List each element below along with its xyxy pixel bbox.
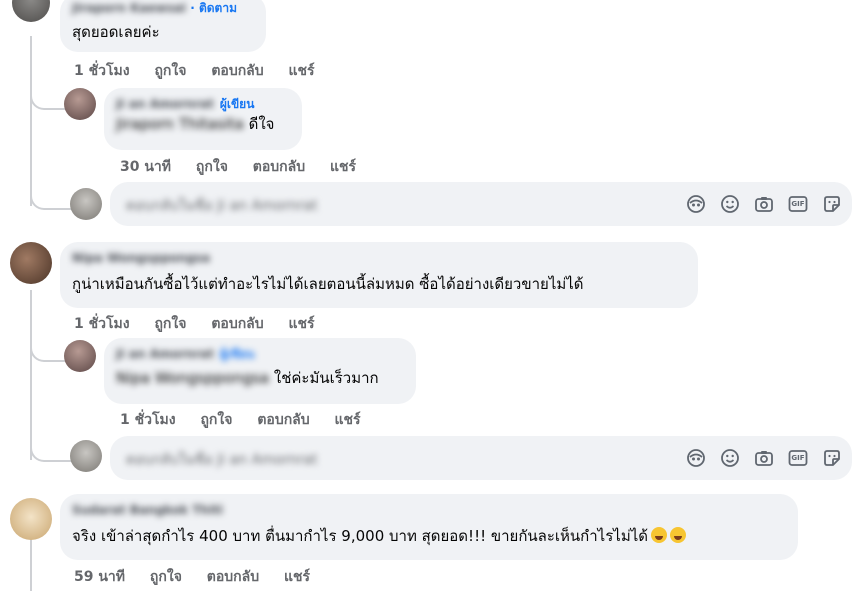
comment-author[interactable]: Sudarat Bangkok Thiti [72, 502, 786, 518]
thread-line [30, 538, 32, 591]
share-button[interactable]: แชร์ [289, 63, 315, 79]
comment-author[interactable]: Ji an Amornrat ผู้เขียน [116, 96, 290, 112]
gif-icon-label: GIF [791, 200, 805, 208]
comment-author-name[interactable]: Nipa Wongsppongsa [72, 251, 210, 265]
reply-button[interactable]: ตอบกลับ [207, 569, 259, 585]
reply-message: ดีใจ [248, 115, 275, 133]
reply-text: Jiraporn Thitasita ดีใจ [116, 114, 290, 134]
avatar[interactable] [12, 0, 50, 22]
reply-message: ใช่ค่ะมันเร็วมาก [273, 369, 379, 387]
mention-link[interactable]: Jiraporn Thitasita [116, 114, 244, 134]
comment-actions: 1 ชั่วโมง ถูกใจ ตอบกลับ แชร์ [120, 409, 381, 431]
reply-bubble: Ji an Amornrat ผู้เขียน Nipa Wongsppongsa… [104, 338, 416, 404]
like-button[interactable]: ถูกใจ [154, 63, 186, 79]
comment-author-name[interactable]: Sudarat Bangkok Thiti [72, 503, 223, 517]
comment-bubble: Nipa Wongsppongsa กูน่าเหมือนกันซื้อไว้แ… [60, 242, 698, 308]
composer-tools: GIF [686, 448, 842, 468]
follow-link[interactable]: · ติดตาม [190, 1, 237, 15]
sticker-icon[interactable] [822, 448, 842, 468]
like-button[interactable]: ถูกใจ [196, 159, 228, 175]
reply-input[interactable]: ตอบกลับในชื่อ Ji an Amornrat [126, 449, 317, 471]
thread-branch [30, 140, 72, 210]
comment-message: จริง เข้าล่าสุดกำไร 400 บาท ตื่นมากำไร 9… [72, 527, 648, 545]
avatar[interactable] [10, 498, 52, 540]
avatar[interactable] [10, 242, 52, 284]
avatar[interactable] [64, 340, 96, 372]
reply-input-box[interactable]: ตอบกลับในชื่อ Ji an Amornrat GIF [110, 436, 852, 480]
composer-tools: GIF [686, 194, 842, 214]
rofl-emoji-icon [651, 527, 667, 543]
avatar[interactable] [64, 88, 96, 120]
avatar [70, 188, 102, 220]
comment-bubble: Sudarat Bangkok Thiti จริง เข้าล่าสุดกำไ… [60, 494, 798, 560]
comment-author[interactable]: Nipa Wongsppongsa [72, 250, 686, 266]
comment-time[interactable]: 1 ชั่วโมง [74, 316, 130, 332]
like-button[interactable]: ถูกใจ [154, 316, 186, 332]
comment-time[interactable]: 30 นาที [120, 159, 171, 175]
mention-link[interactable]: Nipa Wongsppongsa [116, 368, 269, 388]
share-button[interactable]: แชร์ [335, 412, 361, 428]
share-button[interactable]: แชร์ [330, 159, 356, 175]
share-button[interactable]: แชร์ [284, 569, 310, 585]
author-role-badge: ผู้เขียน [219, 97, 255, 111]
reply-button[interactable]: ตอบกลับ [211, 316, 263, 332]
comment-author[interactable]: Jiraporn Kaewsai · ติดตาม [72, 0, 254, 16]
comment-bubble: Jiraporn Kaewsai · ติดตาม สุดยอดเลยค่ะ [60, 0, 266, 52]
comment-author-name[interactable]: Ji an Amornrat [116, 347, 214, 361]
reply-input-box[interactable]: ตอบกลับในชื่อ Ji an Amornrat GIF [110, 182, 852, 226]
comment-author-name[interactable]: Jiraporn Kaewsai [72, 1, 186, 15]
sticker-icon[interactable] [822, 194, 842, 214]
rofl-emoji-icon [670, 527, 686, 543]
reply-button[interactable]: ตอบกลับ [253, 159, 305, 175]
comment-text: กูน่าเหมือนกันซื้อไว้แต่ทำอะไรไม่ได้เลยต… [72, 275, 584, 293]
reply-bubble: Ji an Amornrat ผู้เขียน Jiraporn Thitasit… [104, 88, 302, 150]
comment-text: สุดยอดเลยค่ะ [72, 23, 160, 41]
thread-branch [30, 395, 72, 462]
avatar [70, 440, 102, 472]
comment-actions: 1 ชั่วโมง ถูกใจ ตอบกลับ แชร์ [74, 60, 335, 82]
reply-button[interactable]: ตอบกลับ [211, 63, 263, 79]
camera-icon[interactable] [754, 194, 774, 214]
share-button[interactable]: แชร์ [289, 316, 315, 332]
avatar-sticker-icon[interactable] [686, 194, 706, 214]
gif-icon[interactable]: GIF [788, 194, 808, 214]
author-role-badge: ผู้เขียน [219, 347, 255, 361]
reply-text: Nipa Wongsppongsa ใช่ค่ะมันเร็วมาก [116, 368, 404, 388]
comment-author[interactable]: Ji an Amornrat ผู้เขียน [116, 346, 404, 362]
comment-text: จริง เข้าล่าสุดกำไร 400 บาท ตื่นมากำไร 9… [72, 526, 786, 546]
comment-actions: 30 นาที ถูกใจ ตอบกลับ แชร์ [120, 156, 376, 178]
gif-icon-label: GIF [791, 454, 805, 462]
comment-time[interactable]: 59 นาที [74, 569, 125, 585]
emoji-icon[interactable] [720, 448, 740, 468]
comment-actions: 59 นาที ถูกใจ ตอบกลับ แชร์ [74, 566, 330, 588]
avatar-sticker-icon[interactable] [686, 448, 706, 468]
comment-time[interactable]: 1 ชั่วโมง [74, 63, 130, 79]
comment-time[interactable]: 1 ชั่วโมง [120, 412, 176, 428]
like-button[interactable]: ถูกใจ [200, 412, 232, 428]
comment-actions: 1 ชั่วโมง ถูกใจ ตอบกลับ แชร์ [74, 313, 335, 335]
comment-author-name[interactable]: Ji an Amornrat [116, 97, 214, 111]
reply-button[interactable]: ตอบกลับ [257, 412, 309, 428]
camera-icon[interactable] [754, 448, 774, 468]
reply-input[interactable]: ตอบกลับในชื่อ Ji an Amornrat [126, 195, 317, 217]
like-button[interactable]: ถูกใจ [150, 569, 182, 585]
emoji-icon[interactable] [720, 194, 740, 214]
gif-icon[interactable]: GIF [788, 448, 808, 468]
